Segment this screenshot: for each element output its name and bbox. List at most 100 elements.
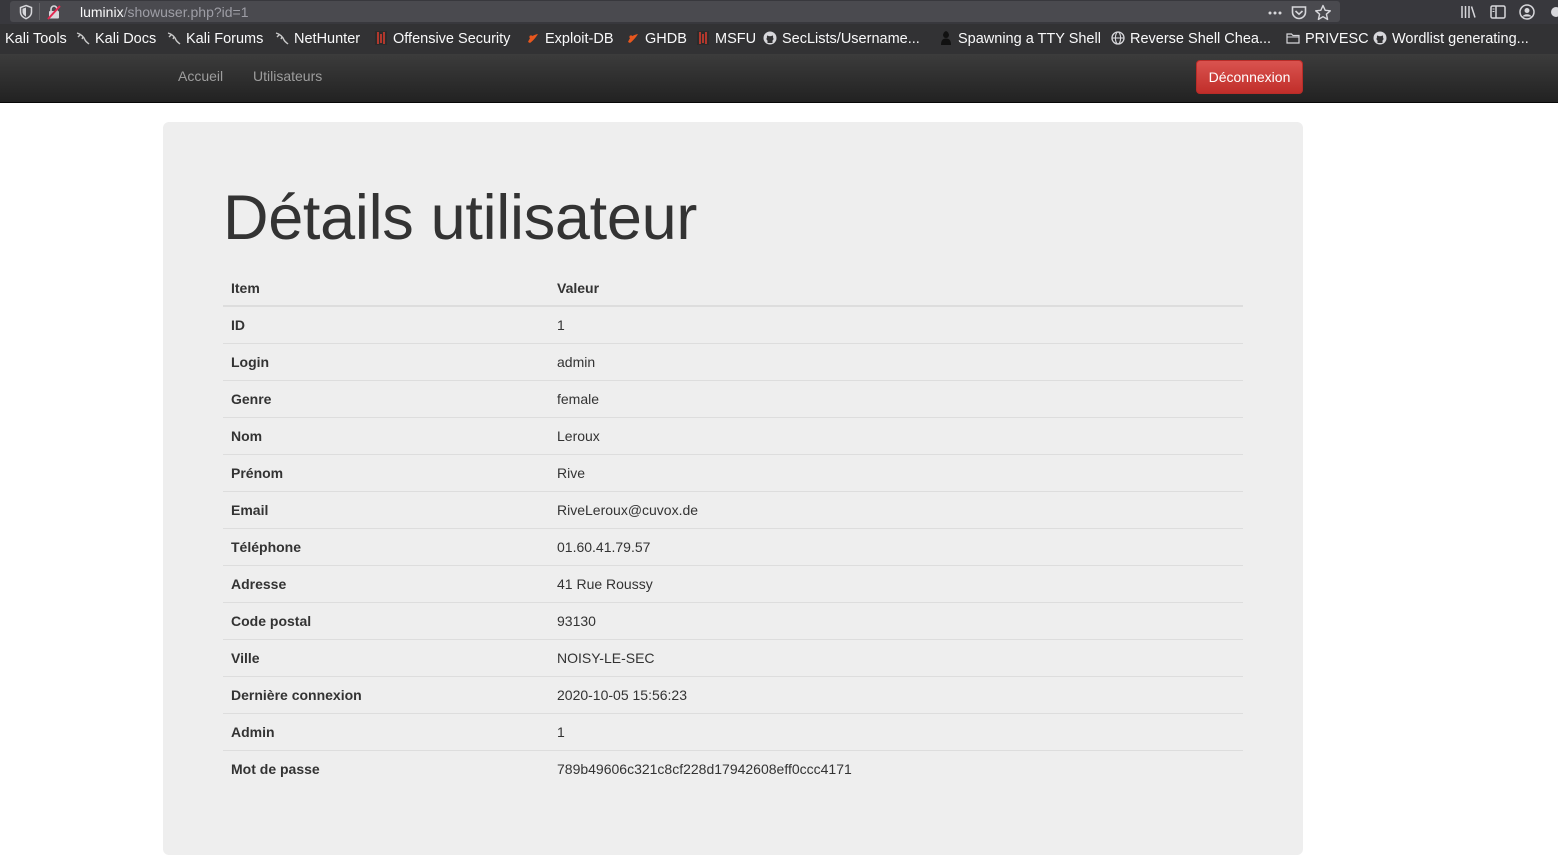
row-value: admin <box>549 342 1243 380</box>
offsec-icon <box>375 31 387 45</box>
bookmark-label: MSFU <box>715 31 757 47</box>
url-path: /showuser.php?id=1 <box>123 4 249 20</box>
hacker-icon <box>941 31 951 45</box>
bookmark-privesc-folder[interactable]: PRIVESC <box>1286 30 1369 48</box>
bookmark-label: Kali Forums <box>186 31 264 47</box>
insecure-connection-icon[interactable] <box>46 4 62 20</box>
bookmark-seclists[interactable]: SecLists/Username... <box>763 30 920 48</box>
row-value: 789b49606c321c8cf228d17942608eff0ccc4171 <box>549 749 1243 787</box>
row-value: female <box>549 379 1243 417</box>
bookmark-label: GHDB <box>645 31 687 47</box>
row-key: ID <box>223 305 549 343</box>
row-value: RiveLeroux@cuvox.de <box>549 490 1243 528</box>
bookmark-label: PRIVESC <box>1305 31 1369 47</box>
url-text: luminix/showuser.php?id=1 <box>80 4 249 20</box>
browser-toolbar: luminix/showuser.php?id=1 <box>0 0 1558 24</box>
bookmark-label: Spawning a TTY Shell <box>958 31 1101 47</box>
bookmark-kali-tools[interactable]: Kali Tools <box>5 30 67 48</box>
extension-icon[interactable] <box>1547 3 1558 21</box>
table-row: Genre female <box>223 379 1243 417</box>
row-key: Email <box>223 490 549 528</box>
pocket-icon[interactable] <box>1290 4 1308 22</box>
bookmark-label: Reverse Shell Chea... <box>1130 31 1272 47</box>
library-icon[interactable] <box>1459 3 1477 21</box>
bookmark-ghdb[interactable]: GHDB <box>626 30 687 48</box>
row-key: Login <box>223 342 549 380</box>
table-row: ID 1 <box>223 305 1243 343</box>
bookmark-reverse-shell[interactable]: Reverse Shell Chea... <box>1111 30 1271 48</box>
bookmarks-toolbar: Kali Tools Kali Docs Kali Forums NetHunt… <box>0 24 1558 54</box>
user-details-table: Item Valeur ID 1 Login admin Genre female N… <box>223 270 1243 787</box>
nav-users-link[interactable]: Utilisateurs <box>253 68 322 84</box>
bookmark-label: SecLists/Username... <box>782 31 920 47</box>
bookmark-spawning-tty[interactable]: Spawning a TTY Shell <box>939 30 1101 48</box>
site-navbar: Accueil Utilisateurs Déconnexion <box>0 54 1558 103</box>
row-value: 2020-10-05 15:56:23 <box>549 675 1243 713</box>
nav-home-link[interactable]: Accueil <box>178 68 223 84</box>
offsec-icon <box>697 31 709 45</box>
globe-icon <box>1111 31 1125 45</box>
row-value: NOISY-LE-SEC <box>549 638 1243 676</box>
row-key: Ville <box>223 638 549 676</box>
bookmark-exploit-db[interactable]: Exploit-DB <box>526 30 614 48</box>
page-actions-icon[interactable] <box>1266 4 1284 22</box>
bookmark-kali-docs[interactable]: Kali Docs <box>76 30 156 48</box>
url-host: luminix <box>80 4 124 20</box>
logout-button[interactable]: Déconnexion <box>1196 60 1303 94</box>
table-row: Ville NOISY-LE-SEC <box>223 638 1243 676</box>
table-row: Login admin <box>223 342 1243 380</box>
row-key: Téléphone <box>223 527 549 565</box>
exploit-db-icon <box>528 34 538 43</box>
kali-dragon-icon <box>76 32 90 45</box>
github-icon <box>1373 31 1387 45</box>
url-bar[interactable]: luminix/showuser.php?id=1 <box>10 1 1340 22</box>
table-row: Adresse 41 Rue Roussy <box>223 564 1243 602</box>
bookmark-offensive-security[interactable]: Offensive Security <box>374 30 510 48</box>
user-details-panel: Détails utilisateur Item Valeur ID 1 Logi… <box>163 122 1303 855</box>
bookmark-label: Wordlist generating... <box>1392 31 1529 47</box>
row-value: 41 Rue Roussy <box>549 564 1243 602</box>
bookmark-label: Kali Docs <box>95 31 157 47</box>
table-header-row: Item Valeur <box>223 270 1243 307</box>
row-key: Dernière connexion <box>223 675 549 713</box>
row-value: 93130 <box>549 601 1243 639</box>
row-value: 1 <box>549 305 1243 343</box>
shield-icon[interactable] <box>18 4 34 20</box>
row-key: Nom <box>223 416 549 454</box>
table-row: Code postal 93130 <box>223 601 1243 639</box>
table-row: Email RiveLeroux@cuvox.de <box>223 490 1243 528</box>
table-row: Prénom Rive <box>223 453 1243 491</box>
table-row: Admin 1 <box>223 712 1243 750</box>
kali-dragon-icon <box>275 32 289 45</box>
row-key: Adresse <box>223 564 549 602</box>
kali-dragon-icon <box>167 32 181 45</box>
github-icon <box>763 31 777 45</box>
bookmark-wordlist[interactable]: Wordlist generating... <box>1373 30 1529 48</box>
bookmark-label: Exploit-DB <box>545 31 614 47</box>
column-header-value: Valeur <box>549 270 1243 307</box>
account-icon[interactable] <box>1518 3 1536 21</box>
row-key: Code postal <box>223 601 549 639</box>
row-key: Genre <box>223 379 549 417</box>
bookmark-nethunter[interactable]: NetHunter <box>275 30 360 48</box>
page-title: Détails utilisateur <box>223 183 697 253</box>
row-key: Mot de passe <box>223 749 549 787</box>
bookmark-label: Kali Tools <box>5 31 67 47</box>
table-row: Nom Leroux <box>223 416 1243 454</box>
bookmark-label: Offensive Security <box>393 31 511 47</box>
row-value: Leroux <box>549 416 1243 454</box>
row-value: 01.60.41.79.57 <box>549 527 1243 565</box>
bookmark-label: NetHunter <box>294 31 361 47</box>
bookmark-msfu[interactable]: MSFU <box>696 30 756 48</box>
table-row: Téléphone 01.60.41.79.57 <box>223 527 1243 565</box>
row-value: Rive <box>549 453 1243 491</box>
table-row: Mot de passe 789b49606c321c8cf228d1794260… <box>223 749 1243 787</box>
row-key: Prénom <box>223 453 549 491</box>
sidebar-icon[interactable] <box>1489 3 1507 21</box>
bookmark-star-icon[interactable] <box>1314 4 1332 22</box>
folder-icon <box>1286 33 1300 44</box>
exploit-db-icon <box>628 34 638 43</box>
row-value: 1 <box>549 712 1243 750</box>
row-key: Admin <box>223 712 549 750</box>
bookmark-kali-forums[interactable]: Kali Forums <box>167 30 263 48</box>
